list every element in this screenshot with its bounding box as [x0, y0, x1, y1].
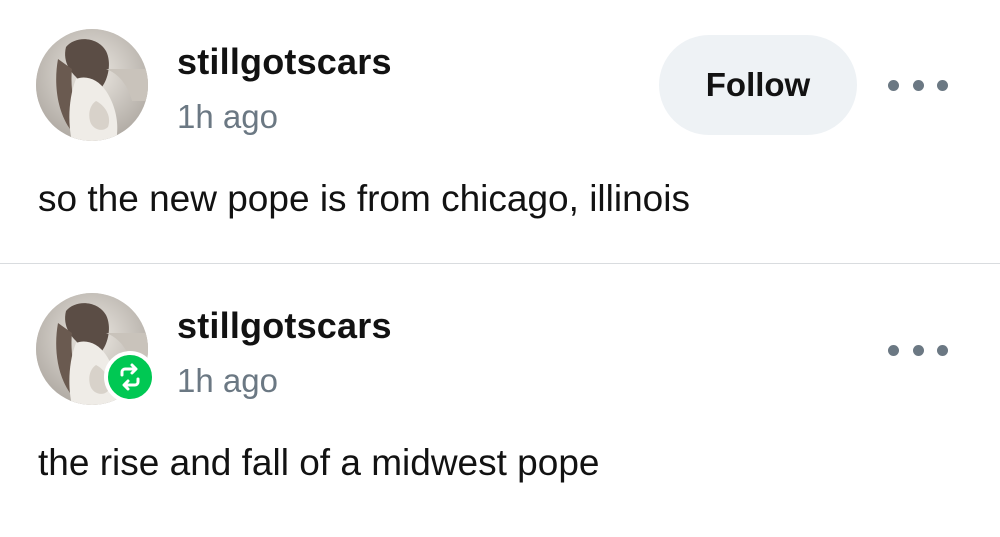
post-body-text: the rise and fall of a midwest pope	[38, 442, 600, 483]
dot	[888, 344, 899, 356]
more-options-icon[interactable]	[888, 70, 948, 100]
post-timestamp[interactable]: 1h ago	[177, 361, 278, 401]
username[interactable]: stillgotscars	[177, 304, 392, 348]
dot	[912, 344, 924, 356]
dot	[888, 79, 899, 91]
more-options-icon[interactable]	[888, 335, 948, 365]
avatar[interactable]	[36, 29, 148, 141]
reblog-icon	[104, 351, 156, 403]
username[interactable]: stillgotscars	[177, 40, 392, 84]
follow-button[interactable]: Follow	[659, 35, 857, 135]
dot	[937, 344, 948, 356]
post-timestamp[interactable]: 1h ago	[177, 97, 278, 137]
user-avatar-photo	[36, 29, 148, 141]
post-card: stillgotscars 1h ago Follow so the new p…	[0, 0, 1000, 264]
dot	[937, 79, 948, 91]
post-card: stillgotscars 1h ago the rise and fall o…	[0, 264, 1000, 537]
dot	[912, 79, 924, 91]
reblog-arrows-icon	[120, 363, 140, 391]
post-body-text: so the new pope is from chicago, illinoi…	[38, 178, 690, 219]
